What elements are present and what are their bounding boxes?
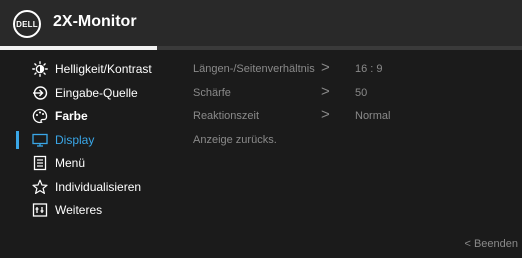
star-icon xyxy=(32,179,48,195)
osd-title: 2X-Monitor xyxy=(53,13,137,30)
setting-label: Schärfe xyxy=(193,86,231,99)
setting-aspect-ratio[interactable]: Längen-/Seitenverhältnis > 16 : 9 xyxy=(193,58,522,82)
menu-item-display[interactable]: Display xyxy=(0,129,190,153)
display-icon xyxy=(32,132,48,148)
selection-indicator xyxy=(16,130,19,149)
dell-logo: DELL xyxy=(13,10,41,38)
menu-item-color[interactable]: Farbe xyxy=(0,105,190,129)
exit-button[interactable]: < Beenden xyxy=(464,238,518,250)
setting-label: Anzeige zurücks. xyxy=(193,133,277,146)
header-progress-fill xyxy=(0,46,157,50)
chevron-right-icon: > xyxy=(321,82,330,100)
menu-item-input-source[interactable]: Eingabe-Quelle xyxy=(0,82,190,106)
menu-item-menu[interactable]: Menü xyxy=(0,152,190,176)
setting-value: 16 : 9 xyxy=(355,63,383,75)
chevron-right-icon: > xyxy=(321,59,330,76)
brightness-icon xyxy=(32,61,48,77)
setting-display-reset[interactable]: Anzeige zurücks. xyxy=(193,129,522,153)
setting-label: Längen-/Seitenverhältnis xyxy=(193,63,315,75)
chevron-right-icon: > xyxy=(321,106,330,123)
main-menu: Helligkeit/Kontrast Eingabe-Quelle Farbe… xyxy=(0,58,190,223)
menu-item-label: Individualisieren xyxy=(55,179,142,194)
menu-document-icon xyxy=(32,155,48,171)
menu-item-brightness-contrast[interactable]: Helligkeit/Kontrast xyxy=(0,58,190,82)
menu-item-label: Helligkeit/Kontrast xyxy=(55,62,152,76)
setting-value: 50 xyxy=(355,86,368,99)
menu-item-label: Weiteres xyxy=(55,203,103,217)
input-source-icon xyxy=(32,85,48,101)
setting-response-time[interactable]: Reaktionszeit > Normal xyxy=(193,105,522,129)
others-icon xyxy=(32,202,48,218)
setting-value: Normal xyxy=(355,110,391,122)
osd-header: DELL 2X-Monitor xyxy=(0,0,522,46)
menu-item-label: Eingabe-Quelle xyxy=(55,85,138,100)
color-palette-icon xyxy=(32,108,48,124)
display-settings-panel: Längen-/Seitenverhältnis > 16 : 9 Schärf… xyxy=(193,58,522,152)
menu-item-others[interactable]: Weiteres xyxy=(0,199,190,223)
menu-item-personalize[interactable]: Individualisieren xyxy=(0,176,190,200)
monitor-osd: DELL 2X-Monitor Helligkeit/Kontrast Eing… xyxy=(0,0,522,258)
menu-item-label: Display xyxy=(55,132,95,147)
setting-label: Reaktionszeit xyxy=(193,110,260,122)
header-progress-bar xyxy=(0,46,522,50)
menu-item-label: Menü xyxy=(55,156,86,170)
setting-sharpness[interactable]: Schärfe > 50 xyxy=(193,82,522,106)
menu-item-label: Farbe xyxy=(55,109,88,123)
